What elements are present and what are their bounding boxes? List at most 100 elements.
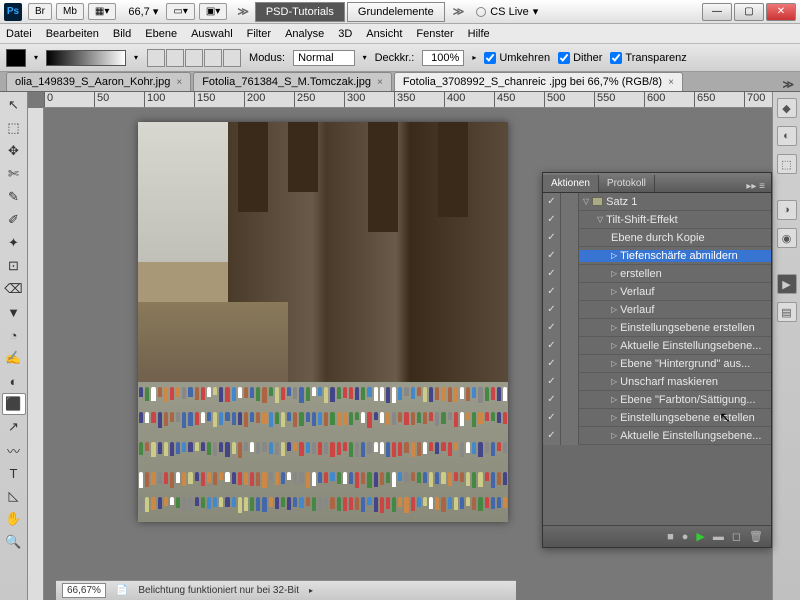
workspace-grundelemente[interactable]: Grundelemente	[347, 2, 445, 22]
view-button[interactable]: ▭▾	[166, 3, 194, 20]
opacity-input[interactable]: 100%	[422, 50, 464, 66]
menu-ansicht[interactable]: Ansicht	[366, 28, 402, 40]
actions-panel-icon[interactable]: ▶	[777, 274, 797, 294]
record-button[interactable]: ●	[682, 531, 689, 543]
tool-16[interactable]: T	[2, 462, 26, 484]
action-row[interactable]: ✓Ebene durch Kopie	[543, 229, 771, 247]
new-set-button[interactable]: ▬	[713, 531, 724, 543]
tool-7[interactable]: ⊡	[2, 255, 26, 277]
action-row[interactable]: ✓▷Aktuelle Einstellungsebene...	[543, 427, 771, 445]
foreground-swatch[interactable]	[6, 49, 26, 67]
menu-hilfe[interactable]: Hilfe	[468, 28, 490, 40]
workspace-psdtutorials[interactable]: PSD-Tutorials	[255, 2, 345, 22]
action-dialog-checkbox[interactable]	[561, 283, 579, 301]
bridge-button[interactable]: Br	[28, 3, 52, 20]
document-tab[interactable]: olia_149839_S_Aaron_Kohr.jpg×	[6, 72, 191, 91]
document-tab[interactable]: Fotolia_3708992_S_chanreic .jpg bei 66,7…	[394, 72, 683, 91]
tab-protocol[interactable]: Protokoll	[599, 175, 655, 192]
action-row[interactable]: ✓▷Ebene "Farbton/Sättigung...	[543, 391, 771, 409]
menu-bild[interactable]: Bild	[113, 28, 131, 40]
action-dialog-checkbox[interactable]	[561, 211, 579, 229]
disclosure-closed-icon[interactable]: ▷	[611, 287, 617, 296]
action-dialog-checkbox[interactable]	[561, 373, 579, 391]
action-dialog-checkbox[interactable]	[561, 193, 579, 211]
action-row[interactable]: ✓▷Unscharf maskieren	[543, 373, 771, 391]
action-row[interactable]: ✓▷Tiefenschärfe abmildern	[543, 247, 771, 265]
minibridge-button[interactable]: Mb	[56, 3, 84, 20]
document-canvas[interactable]	[138, 122, 508, 522]
color-panel-icon[interactable]: ◆	[777, 98, 797, 118]
menu-auswahl[interactable]: Auswahl	[191, 28, 233, 40]
tool-4[interactable]: ✎	[2, 186, 26, 208]
disclosure-closed-icon[interactable]: ▷	[611, 251, 617, 260]
action-row[interactable]: ✓▷Verlauf	[543, 283, 771, 301]
action-row[interactable]: ✓▷Ebene "Hintergrund" aus...	[543, 355, 771, 373]
disclosure-closed-icon[interactable]: ▷	[611, 341, 617, 350]
close-tab-icon[interactable]: ×	[668, 77, 674, 88]
tool-14[interactable]: ↗	[2, 416, 26, 438]
tool-11[interactable]: ✍	[2, 347, 26, 369]
masks-panel-icon[interactable]: ◉	[777, 228, 797, 248]
tool-2[interactable]: ✥	[2, 140, 26, 162]
menu-ebene[interactable]: Ebene	[145, 28, 177, 40]
disclosure-closed-icon[interactable]: ▷	[611, 413, 617, 422]
tool-9[interactable]: ▼	[2, 301, 26, 323]
action-dialog-checkbox[interactable]	[561, 247, 579, 265]
menu-analyse[interactable]: Analyse	[285, 28, 324, 40]
reverse-checkbox[interactable]: Umkehren	[484, 52, 550, 64]
layout-button[interactable]: ▦▾	[88, 3, 116, 20]
minimize-button[interactable]: —	[702, 3, 732, 21]
styles-panel-icon[interactable]: ⬚	[777, 154, 797, 174]
menu-datei[interactable]: Datei	[6, 28, 32, 40]
action-toggle-checkbox[interactable]: ✓	[543, 193, 561, 211]
tabs-overflow-icon[interactable]: ≫	[776, 78, 800, 91]
action-row[interactable]: ✓▷Einstellungsebene erstellen	[543, 319, 771, 337]
panel-menu-icon[interactable]: ▸▸ ≡	[740, 181, 771, 192]
action-toggle-checkbox[interactable]: ✓	[543, 319, 561, 337]
action-toggle-checkbox[interactable]: ✓	[543, 265, 561, 283]
action-toggle-checkbox[interactable]: ✓	[543, 355, 561, 373]
action-dialog-checkbox[interactable]	[561, 301, 579, 319]
disclosure-closed-icon[interactable]: ▷	[611, 305, 617, 314]
tool-17[interactable]: ◺	[2, 485, 26, 507]
tool-5[interactable]: ✐	[2, 209, 26, 231]
action-row[interactable]: ✓▷Einstellungsebene erstellen	[543, 409, 771, 427]
tool-15[interactable]: 〰	[2, 439, 26, 461]
action-toggle-checkbox[interactable]: ✓	[543, 409, 561, 427]
disclosure-open-icon[interactable]: ▽	[597, 215, 603, 224]
swatches-panel-icon[interactable]: ◐	[777, 126, 797, 146]
cslive-button[interactable]: CS Live ▾	[476, 5, 538, 18]
tool-0[interactable]: ↖	[2, 94, 26, 116]
action-dialog-checkbox[interactable]	[561, 427, 579, 445]
play-button[interactable]: ▶	[696, 530, 704, 543]
action-toggle-checkbox[interactable]: ✓	[543, 211, 561, 229]
mode-select[interactable]: Normal	[293, 50, 354, 66]
tab-actions[interactable]: Aktionen	[543, 175, 599, 192]
menu-filter[interactable]: Filter	[247, 28, 271, 40]
action-dialog-checkbox[interactable]	[561, 391, 579, 409]
maximize-button[interactable]: ▢	[734, 3, 764, 21]
dither-checkbox[interactable]: Dither	[558, 52, 602, 64]
menu-3d[interactable]: 3D	[338, 28, 352, 40]
action-dialog-checkbox[interactable]	[561, 265, 579, 283]
action-toggle-checkbox[interactable]: ✓	[543, 337, 561, 355]
action-dialog-checkbox[interactable]	[561, 319, 579, 337]
disclosure-closed-icon[interactable]: ▷	[611, 377, 617, 386]
menu-bearbeiten[interactable]: Bearbeiten	[46, 28, 99, 40]
tool-6[interactable]: ✦	[2, 232, 26, 254]
close-tab-icon[interactable]: ×	[377, 77, 383, 88]
tool-12[interactable]: ◐	[2, 370, 26, 392]
close-tab-icon[interactable]: ×	[176, 77, 182, 88]
action-toggle-checkbox[interactable]: ✓	[543, 391, 561, 409]
gradient-preview[interactable]	[46, 50, 126, 66]
tool-18[interactable]: ✋	[2, 508, 26, 530]
status-zoom[interactable]: 66,67%	[62, 583, 106, 598]
action-row[interactable]: ✓▽Satz 1	[543, 193, 771, 211]
action-toggle-checkbox[interactable]: ✓	[543, 247, 561, 265]
tool-1[interactable]: ⬚	[2, 117, 26, 139]
action-row[interactable]: ✓▷Aktuelle Einstellungsebene...	[543, 337, 771, 355]
menu-fenster[interactable]: Fenster	[416, 28, 453, 40]
action-row[interactable]: ✓▽Tilt-Shift-Effekt	[543, 211, 771, 229]
document-tab[interactable]: Fotolia_761384_S_M.Tomczak.jpg×	[193, 72, 392, 91]
tool-10[interactable]: ◔	[2, 324, 26, 346]
